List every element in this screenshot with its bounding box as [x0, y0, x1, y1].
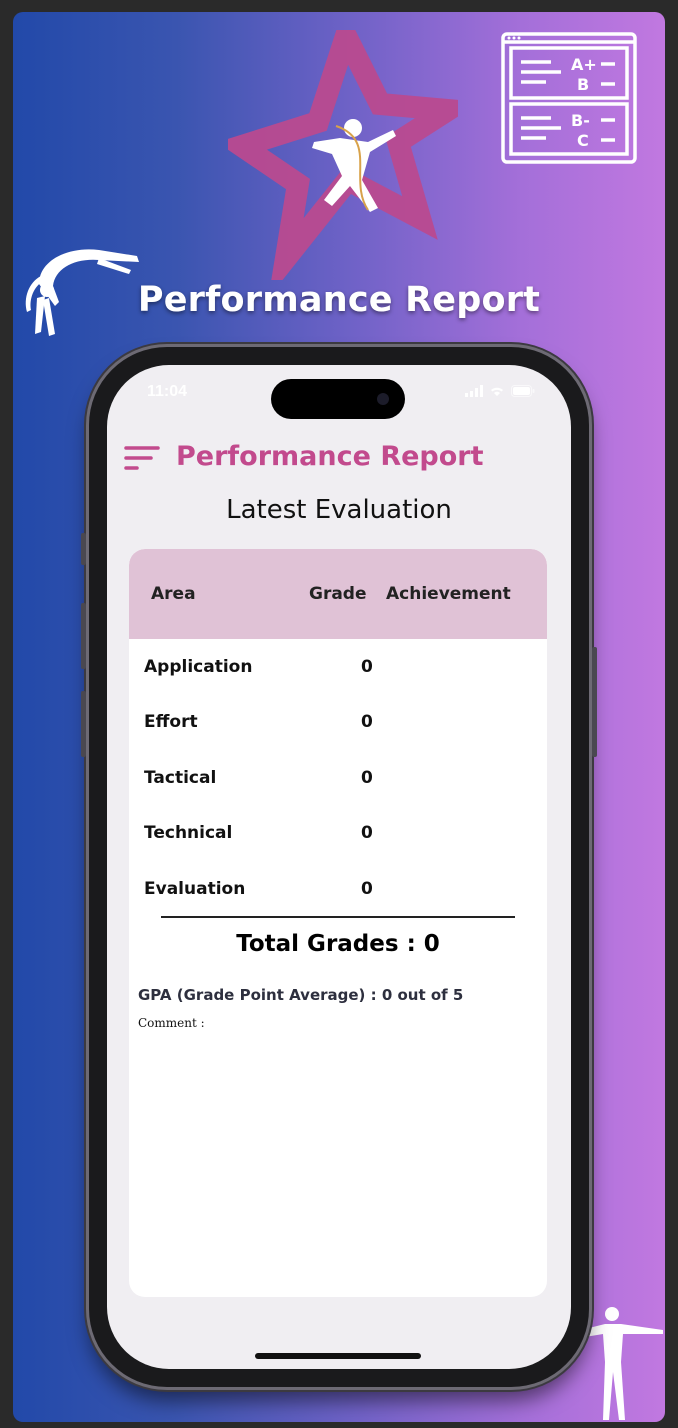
dynamic-island [271, 379, 405, 419]
grade-letter-b-minus: B- [571, 111, 590, 130]
evaluation-card: Area Grade Achievement Application 0 Eff… [129, 549, 547, 1297]
column-header-area: Area [151, 584, 196, 604]
row-grade: 0 [361, 823, 373, 843]
camera-icon [377, 393, 389, 405]
row-area: Application [144, 657, 253, 677]
phone-action-button [81, 533, 86, 565]
row-grade: 0 [361, 657, 373, 677]
table-row: Technical 0 [129, 813, 547, 853]
app-header: Performance Report [107, 423, 571, 479]
grade-letter-a-plus: A+ [571, 55, 597, 74]
status-time: 11:04 [147, 383, 188, 400]
phone-volume-up-button [81, 603, 86, 669]
row-grade: 0 [361, 879, 373, 899]
menu-icon[interactable] [123, 445, 161, 473]
comment-label: Comment : [138, 1016, 205, 1030]
table-row: Application 0 [129, 647, 547, 687]
table-row: Evaluation 0 [129, 869, 547, 909]
table-row: Tactical 0 [129, 758, 547, 798]
home-indicator[interactable] [255, 1353, 421, 1359]
phone-side-button [592, 647, 597, 757]
row-grade: 0 [361, 712, 373, 732]
grade-letter-c: C [577, 131, 589, 150]
column-header-achievement: Achievement [386, 584, 511, 604]
table-header: Area Grade Achievement [129, 549, 547, 639]
wifi-icon [491, 387, 503, 396]
grade-sheet-icon: A+ B B- C [501, 32, 637, 164]
column-header-grade: Grade [309, 584, 367, 604]
section-title: Latest Evaluation [226, 495, 452, 525]
app-title: Performance Report [176, 441, 484, 472]
divider [161, 916, 515, 918]
row-area: Technical [144, 823, 233, 843]
status-bar: 11:04 [107, 365, 571, 419]
row-area: Effort [144, 712, 198, 732]
status-icons [465, 385, 535, 397]
promo-background: A+ B B- C Performance Report 11:04 Perfo… [13, 12, 665, 1422]
battery-icon [511, 385, 535, 397]
row-area: Evaluation [144, 879, 246, 899]
grade-letter-b: B [577, 75, 589, 94]
phone-mockup: 11:04 Performance Report Latest Evaluati… [81, 347, 597, 1387]
phone-volume-down-button [81, 691, 86, 757]
gpa-text: GPA (Grade Point Average) : 0 out of 5 [138, 986, 464, 1004]
row-grade: 0 [361, 768, 373, 788]
gymnastics-star-logo [228, 30, 458, 280]
table-row: Effort 0 [129, 702, 547, 742]
app-screen: 11:04 Performance Report Latest Evaluati… [107, 365, 571, 1369]
row-area: Tactical [144, 768, 217, 788]
signal-icon [465, 385, 483, 397]
total-grades: Total Grades : 0 [236, 931, 440, 957]
banner-title: Performance Report [137, 280, 541, 320]
